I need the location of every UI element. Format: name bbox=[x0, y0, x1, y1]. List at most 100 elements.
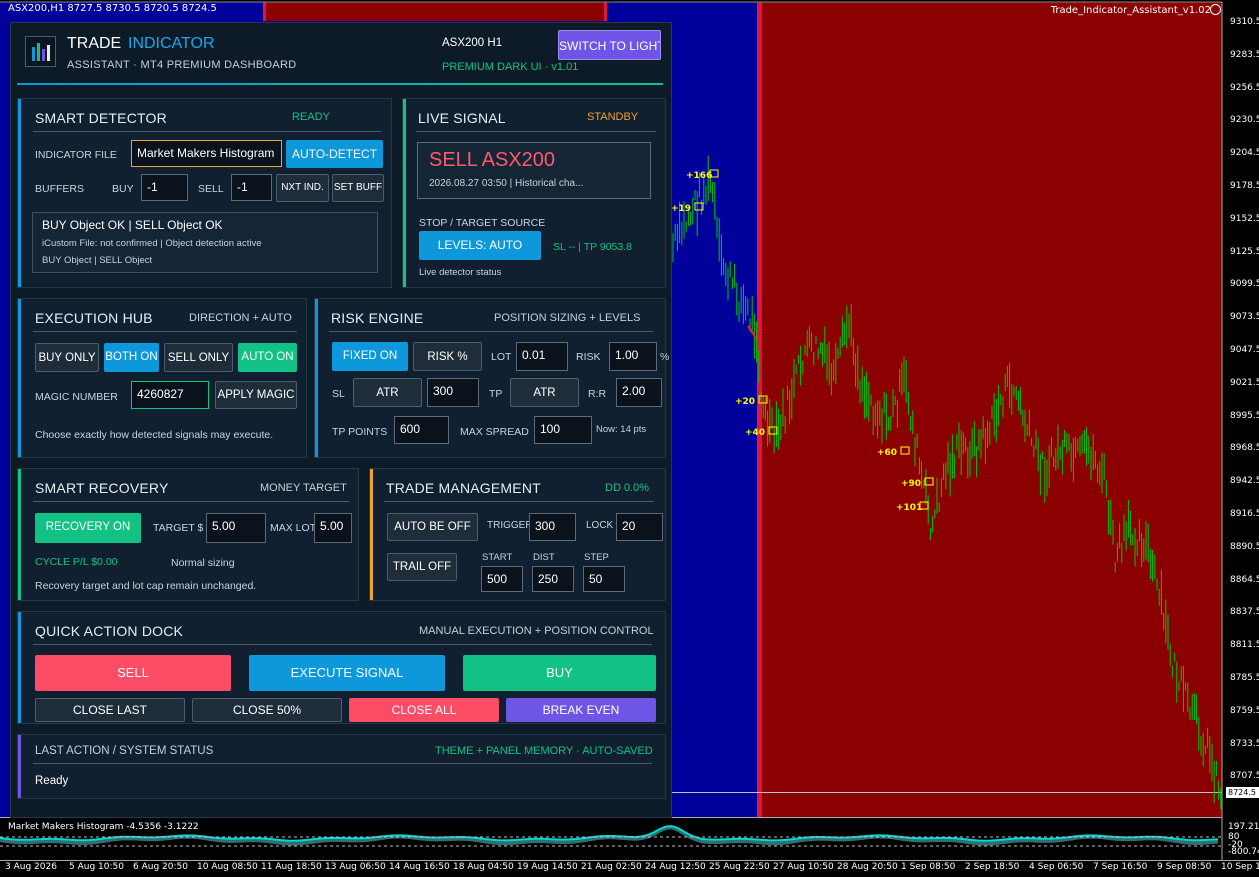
target-input[interactable]: 5.00 bbox=[206, 513, 266, 543]
quick-action-dock: QUICK ACTION DOCK MANUAL EXECUTION + POS… bbox=[17, 611, 666, 724]
price-tick: 9099.5 bbox=[1230, 279, 1259, 290]
fixed-lot-button[interactable]: FIXED ON bbox=[332, 342, 408, 371]
sizing-mode: Normal sizing bbox=[171, 557, 235, 569]
indicator-level: 197.213 bbox=[1228, 822, 1259, 832]
status-text: Ready bbox=[35, 775, 69, 787]
auto-be-button[interactable]: AUTO BE OFF bbox=[387, 513, 478, 541]
next-indicator-button[interactable]: NXT IND. bbox=[276, 174, 329, 202]
start-input[interactable]: 500 bbox=[481, 566, 523, 592]
trade-indicator-panel: TRADE INDICATOR ASSISTANT · MT4 PREMIUM … bbox=[10, 22, 672, 818]
section-sub: DIRECTION + AUTO bbox=[189, 312, 292, 324]
trade-label: +166 bbox=[686, 171, 712, 181]
buy-only-button[interactable]: BUY ONLY bbox=[35, 343, 99, 372]
section-sub: MANUAL EXECUTION + POSITION CONTROL bbox=[419, 625, 654, 637]
both-on-button[interactable]: BOTH ON bbox=[104, 343, 159, 372]
close-last-button[interactable]: CLOSE LAST bbox=[35, 698, 185, 722]
close-all-button[interactable]: CLOSE ALL bbox=[349, 698, 499, 722]
smart-recovery-section: SMART RECOVERY MONEY TARGET RECOVERY ON … bbox=[17, 468, 359, 601]
sl-input[interactable]: 300 bbox=[427, 378, 479, 407]
header-symbol: ASX200 H1 bbox=[442, 37, 503, 49]
section-title: LIVE SIGNAL bbox=[418, 110, 506, 126]
time-tick: 9 Sep 08:50 bbox=[1157, 862, 1212, 872]
source-label: STOP / TARGET SOURCE bbox=[419, 217, 546, 229]
recovery-note: Recovery target and lot cap remain uncha… bbox=[35, 580, 257, 592]
magic-number-input[interactable]: 4260827 bbox=[131, 381, 209, 409]
buy-button[interactable]: BUY bbox=[463, 655, 656, 691]
lock-input[interactable]: 20 bbox=[616, 513, 663, 541]
sell-only-button[interactable]: SELL ONLY bbox=[164, 343, 233, 372]
max-lot-input[interactable]: 5.00 bbox=[314, 513, 352, 543]
execution-hub-section: EXECUTION HUB DIRECTION + AUTO BUY ONLY … bbox=[17, 298, 307, 458]
price-tick: 8942.5 bbox=[1230, 476, 1259, 487]
trade-label: +19 bbox=[671, 204, 691, 214]
time-tick: 14 Aug 16:50 bbox=[389, 862, 450, 872]
sell-zone-top bbox=[265, 2, 605, 21]
detector-info-line: BUY Object OK | SELL Object OK bbox=[42, 218, 223, 232]
tp-points-input[interactable]: 600 bbox=[394, 416, 449, 444]
switch-theme-button[interactable]: SWITCH TO LIGHT bbox=[558, 30, 661, 60]
ea-smiley-icon bbox=[1210, 4, 1221, 15]
trail-button[interactable]: TRAIL OFF bbox=[387, 553, 457, 581]
lot-input[interactable]: 0.01 bbox=[516, 342, 568, 371]
mt4-chart-window: +166 +19 +20 +40 +60 +90 +101 ASX200,H1 8727.5… bbox=[0, 0, 1259, 877]
risk-percent-button[interactable]: RISK % bbox=[413, 342, 482, 371]
lock-label: LOCK bbox=[586, 520, 614, 531]
execute-signal-button[interactable]: EXECUTE SIGNAL bbox=[249, 655, 445, 691]
time-tick: 5 Aug 10:50 bbox=[69, 862, 124, 872]
price-tick: 9204.5 bbox=[1230, 148, 1259, 159]
price-tick: 9073.5 bbox=[1230, 312, 1259, 323]
price-tick: 8759.5 bbox=[1230, 705, 1259, 716]
step-input[interactable]: 50 bbox=[583, 566, 625, 592]
break-even-button[interactable]: BREAK EVEN bbox=[506, 698, 656, 722]
buy-buffer-input[interactable]: -1 bbox=[141, 174, 188, 201]
section-title: SMART RECOVERY bbox=[35, 480, 169, 496]
price-tick: 8916.5 bbox=[1230, 509, 1259, 519]
auto-on-button[interactable]: AUTO ON bbox=[238, 343, 297, 372]
price-tick: 9310.5 bbox=[1230, 17, 1259, 27]
sell-buffer-label: SELL bbox=[198, 183, 224, 195]
tp-points-label: TP POINTS bbox=[332, 426, 388, 438]
time-tick: 28 Aug 20:50 bbox=[837, 862, 898, 872]
apply-magic-button[interactable]: APPLY MAGIC bbox=[215, 381, 297, 409]
sell-button[interactable]: SELL bbox=[35, 655, 231, 691]
max-spread-input[interactable]: 100 bbox=[534, 416, 592, 444]
sl-label: SL bbox=[332, 388, 345, 400]
price-tick: 9178.5 bbox=[1230, 181, 1259, 191]
sl-mode-button[interactable]: ATR bbox=[353, 378, 422, 407]
indicator-file-input[interactable]: Market Makers Histogram bbox=[131, 140, 282, 167]
risk-input[interactable]: 1.00 bbox=[609, 342, 657, 371]
set-buffer-button[interactable]: SET BUFF bbox=[332, 174, 384, 202]
percent-sign: % bbox=[660, 351, 670, 363]
price-tick: 9125.5 bbox=[1230, 246, 1259, 257]
start-label: START bbox=[482, 552, 513, 563]
risk-engine-section: RISK ENGINE POSITION SIZING + LEVELS FIX… bbox=[314, 298, 670, 458]
trigger-input[interactable]: 300 bbox=[529, 513, 576, 541]
brand-indicator: INDICATOR bbox=[128, 35, 215, 52]
section-title: RISK ENGINE bbox=[331, 310, 424, 326]
price-tick: 9152.5 bbox=[1230, 213, 1259, 224]
sell-buffer-input[interactable]: -1 bbox=[231, 174, 272, 201]
time-tick: 13 Aug 06:50 bbox=[325, 862, 386, 872]
price-tick: 8733.5 bbox=[1230, 738, 1259, 749]
target-label: TARGET $ bbox=[153, 522, 204, 534]
trigger-label: TRIGGER bbox=[487, 520, 533, 531]
symbol-info: ASX200,H1 8727.5 8730.5 8720.5 8724.5 bbox=[8, 3, 217, 14]
dist-input[interactable]: 250 bbox=[532, 566, 574, 592]
rr-input[interactable]: 2.00 bbox=[616, 378, 662, 407]
buffers-label: BUFFERS bbox=[35, 183, 85, 195]
price-tick: 9021.5 bbox=[1230, 377, 1259, 388]
levels-info: SL -- | TP 9053.8 bbox=[553, 241, 632, 253]
time-tick: 7 Sep 16:50 bbox=[1093, 862, 1148, 872]
detector-info-line: iCustom File: not confirmed | Object det… bbox=[42, 238, 262, 249]
recovery-toggle-button[interactable]: RECOVERY ON bbox=[35, 513, 141, 543]
levels-button[interactable]: LEVELS: AUTO bbox=[419, 231, 541, 260]
auto-detect-button[interactable]: AUTO-DETECT bbox=[286, 140, 383, 168]
risk-label: RISK bbox=[576, 351, 601, 363]
close-half-button[interactable]: CLOSE 50% bbox=[192, 698, 342, 722]
tp-mode-button[interactable]: ATR bbox=[510, 378, 579, 407]
cycle-pl: CYCLE P/L $0.00 bbox=[35, 556, 118, 568]
time-tick: 4 Sep 06:50 bbox=[1029, 862, 1084, 872]
price-tick: 8864.5 bbox=[1230, 574, 1259, 585]
trade-management-section: TRADE MANAGEMENT DD 0.0% AUTO BE OFF TRI… bbox=[369, 468, 666, 601]
current-price-tag: 8724.5 bbox=[1226, 787, 1259, 798]
